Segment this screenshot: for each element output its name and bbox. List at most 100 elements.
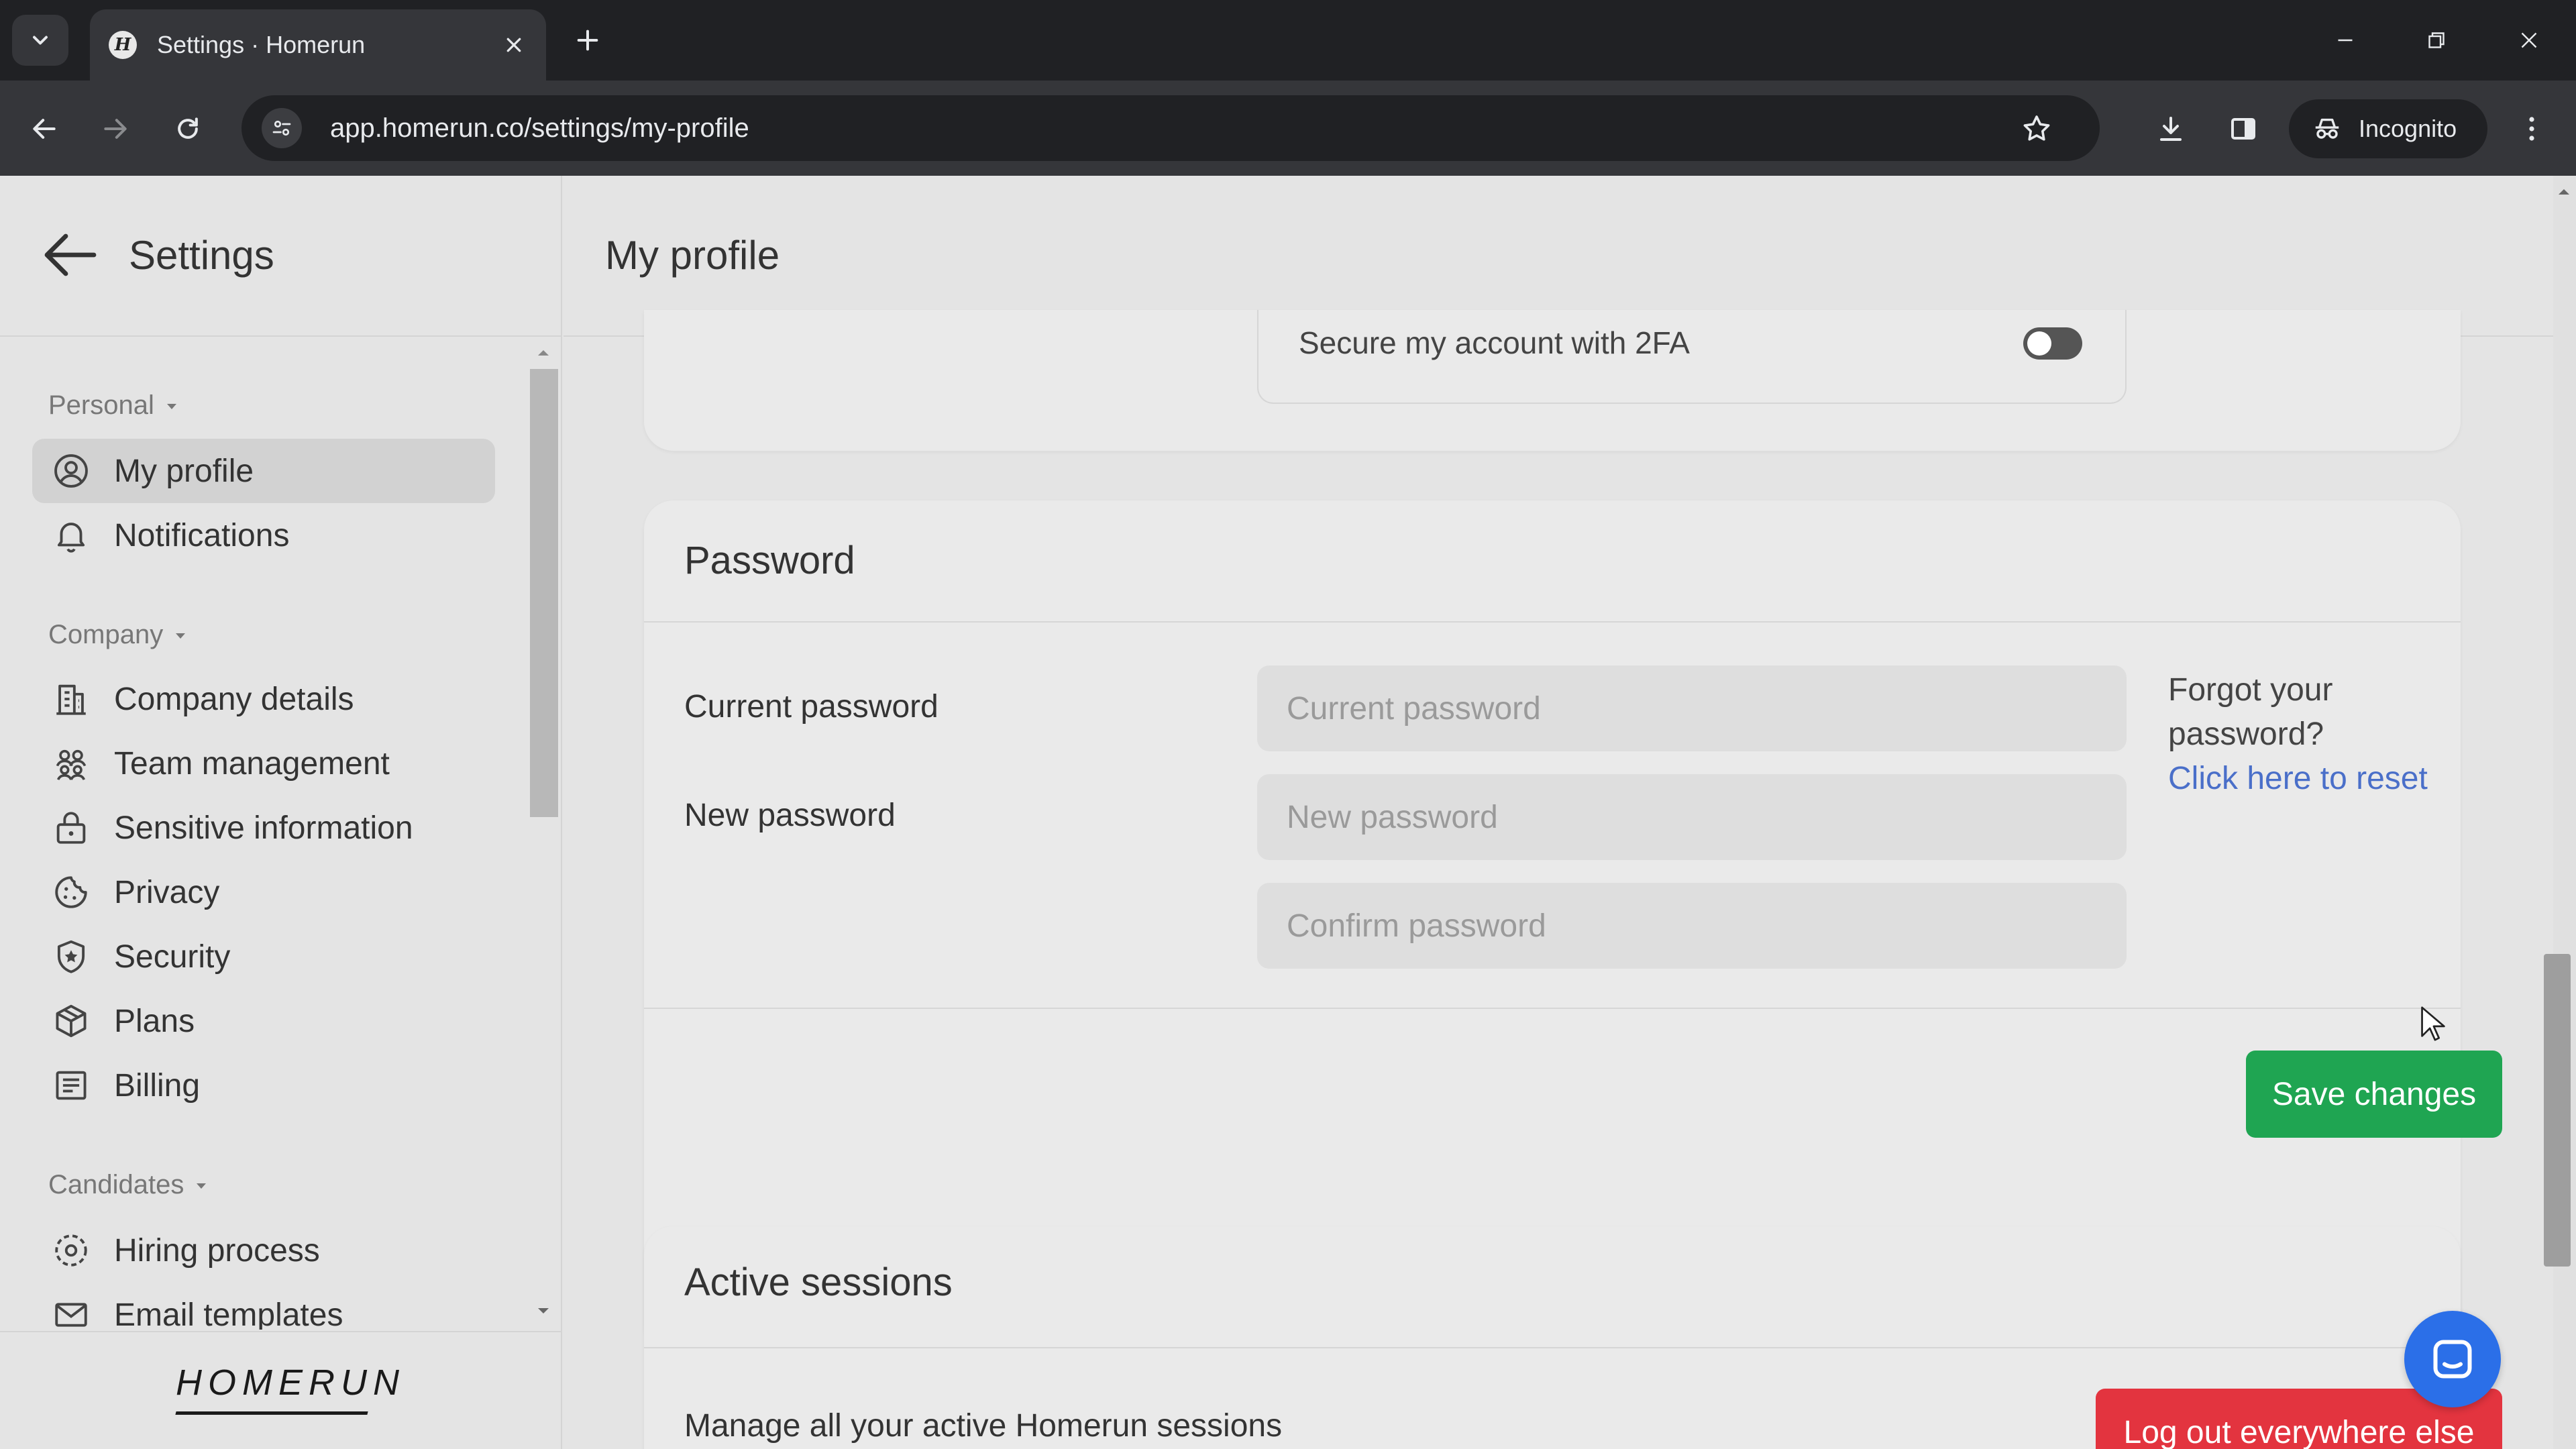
sidebar-item-privacy[interactable]: Privacy <box>32 860 495 924</box>
password-section-title: Password <box>684 539 855 582</box>
bookmark-button[interactable] <box>2018 110 2055 148</box>
toggle-knob <box>2027 331 2051 356</box>
package-icon <box>51 1001 91 1041</box>
cookie-icon <box>51 872 91 912</box>
incognito-profile-button[interactable]: Incognito <box>2289 99 2487 158</box>
star-icon <box>2023 115 2050 141</box>
team-icon <box>51 743 91 784</box>
sidebar-item-label: My profile <box>114 453 254 489</box>
more-vertical-icon <box>2529 117 2534 141</box>
sidebar-footer: HOMERUN <box>0 1331 561 1449</box>
group-label-company[interactable]: Company <box>48 620 189 650</box>
downloads-button[interactable] <box>2144 102 2198 156</box>
arrow-left-icon <box>33 119 56 139</box>
new-password-input[interactable] <box>1257 774 2127 860</box>
twofa-card: Secure my account with 2FA <box>644 310 2461 451</box>
restore-icon <box>2428 32 2445 48</box>
sidebar-item-billing[interactable]: Billing <box>32 1053 495 1118</box>
caret-down-icon <box>176 633 186 639</box>
mouse-cursor-icon <box>2421 1006 2445 1041</box>
sidebar-scrollbar-thumb[interactable] <box>530 369 558 817</box>
current-password-input[interactable] <box>1257 665 2127 751</box>
divider <box>644 1347 2461 1348</box>
hiring-process-icon <box>51 1230 91 1271</box>
browser-toolbar: app.homerun.co/settings/my-profile Incog… <box>0 80 2576 176</box>
settings-sidebar: Settings Personal My profile Notificatio… <box>0 176 562 1449</box>
settings-back-button[interactable] <box>43 229 102 280</box>
sidebar-item-hiring-process[interactable]: Hiring process <box>32 1218 495 1283</box>
new-password-label: New password <box>684 798 896 833</box>
twofa-toggle[interactable] <box>2023 327 2082 360</box>
sidebar-item-label: Company details <box>114 681 354 717</box>
forward-button[interactable] <box>89 102 142 156</box>
chat-launcher-button[interactable] <box>2404 1311 2501 1407</box>
sidebar-item-label: Billing <box>114 1067 201 1104</box>
chat-icon <box>2433 1340 2472 1379</box>
homerun-favicon-icon: H <box>109 31 137 59</box>
page-scrollbar-thumb[interactable] <box>2544 954 2571 1267</box>
tab-close-button[interactable] <box>498 29 530 61</box>
twofa-row: Secure my account with 2FA <box>1257 310 2127 404</box>
sidebar-item-label: Notifications <box>114 517 290 553</box>
active-sessions-description: Manage all your active Homerun sessions <box>684 1408 1283 1444</box>
lock-icon <box>51 808 91 848</box>
homerun-logo: HOMERUN <box>176 1362 405 1403</box>
scroll-down-icon[interactable] <box>535 1305 551 1316</box>
scroll-up-icon[interactable] <box>2556 186 2572 197</box>
main-content: My profile Secure my account with 2FA Pa… <box>564 176 2553 1449</box>
logo-underline <box>175 1411 368 1415</box>
confirm-password-input[interactable] <box>1257 883 2127 969</box>
sidebar-item-team-management[interactable]: Team management <box>32 731 495 796</box>
minimize-button[interactable] <box>2321 16 2369 64</box>
sidebar-item-notifications[interactable]: Notifications <box>32 503 495 568</box>
caret-down-icon <box>166 403 176 409</box>
reload-icon <box>178 117 198 139</box>
current-password-label: Current password <box>684 689 938 724</box>
window-close-button[interactable] <box>2505 16 2553 64</box>
bell-icon <box>51 515 91 555</box>
building-icon <box>51 679 91 719</box>
plus-icon <box>577 30 598 51</box>
app-viewport: Settings Personal My profile Notificatio… <box>0 176 2553 1449</box>
sidebar-item-label: Team management <box>114 745 390 782</box>
back-button[interactable] <box>17 102 71 156</box>
page-title: My profile <box>605 233 780 278</box>
sidebar-item-sensitive-information[interactable]: Sensitive information <box>32 796 495 860</box>
arrow-left-icon <box>44 233 97 276</box>
sidebar-item-company-details[interactable]: Company details <box>32 667 495 731</box>
sidebar-title: Settings <box>129 233 274 278</box>
reset-password-link[interactable]: Click here to reset <box>2168 757 2461 801</box>
browser-menu-button[interactable] <box>2505 102 2559 156</box>
site-info-button[interactable] <box>262 108 302 148</box>
sidebar-item-label: Email templates <box>114 1297 343 1330</box>
reload-button[interactable] <box>161 102 215 156</box>
side-panel-button[interactable] <box>2216 102 2270 156</box>
chevron-down-icon <box>33 36 48 45</box>
sidebar-item-plans[interactable]: Plans <box>32 989 495 1053</box>
sidebar-item-security[interactable]: Security <box>32 924 495 989</box>
active-sessions-card: Active sessions Manage all your active H… <box>644 1226 2502 1449</box>
save-changes-button[interactable]: Save changes <box>2246 1051 2502 1138</box>
sidebar-item-label: Plans <box>114 1003 195 1039</box>
browser-tab[interactable]: H Settings · Homerun <box>90 9 546 80</box>
address-bar[interactable]: app.homerun.co/settings/my-profile <box>241 95 2100 161</box>
group-label-candidates[interactable]: Candidates <box>48 1170 209 1200</box>
caret-down-icon <box>197 1183 207 1189</box>
sidebar-item-email-templates[interactable]: Email templates <box>32 1283 495 1330</box>
minimize-icon <box>2338 39 2353 42</box>
group-label-personal[interactable]: Personal <box>48 390 180 421</box>
new-tab-button[interactable] <box>569 21 606 59</box>
sidebar-item-label: Hiring process <box>114 1232 320 1269</box>
sidebar-header: Settings <box>0 176 561 337</box>
shield-star-icon <box>51 936 91 977</box>
scroll-up-icon[interactable] <box>535 347 551 358</box>
divider <box>644 1008 2461 1009</box>
tab-title: Settings · Homerun <box>157 31 366 58</box>
tab-search-button[interactable] <box>12 15 68 66</box>
sidebar-item-my-profile[interactable]: My profile <box>32 439 495 503</box>
divider <box>644 621 2461 623</box>
restore-button[interactable] <box>2412 16 2461 64</box>
arrow-right-icon <box>104 119 127 139</box>
user-circle-icon <box>51 451 91 491</box>
twofa-label: Secure my account with 2FA <box>1299 325 1690 360</box>
